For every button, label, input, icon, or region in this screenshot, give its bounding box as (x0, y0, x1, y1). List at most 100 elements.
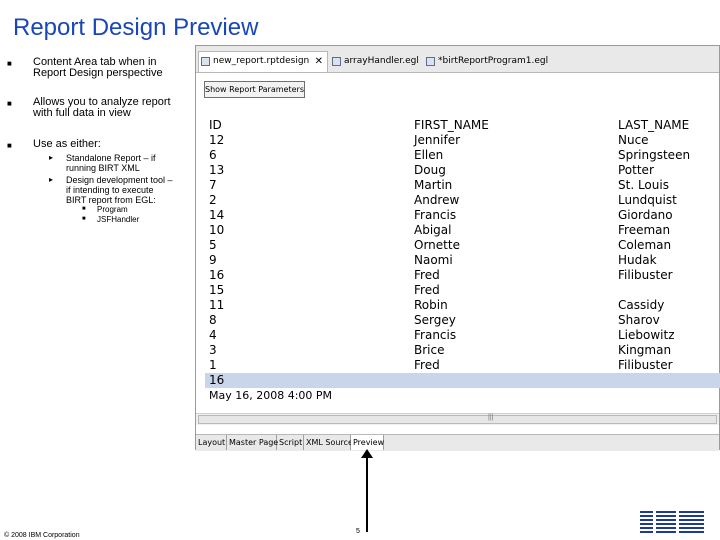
bullet-content-area: ■ Content Area tab when in Report Design… (7, 56, 163, 79)
sub-sub-bullet-jsfhandler: ■ JSFHandler (82, 215, 140, 224)
sub-sub-bullet-program: ■ Program (82, 205, 128, 214)
report-header-row: ID FIRST_NAME LAST_NAME (205, 118, 720, 133)
table-cell: Filibuster (618, 268, 673, 282)
bullet-marker-icon: ■ (7, 141, 12, 150)
scrollbar-thumb[interactable] (198, 415, 717, 424)
table-cell: 16 (209, 268, 225, 282)
copyright-footer: © 2008 IBM Corporation (4, 532, 80, 539)
table-cell: Andrew (414, 193, 460, 207)
table-cell: 13 (209, 163, 225, 177)
table-row[interactable]: 16 (205, 373, 720, 388)
tab-new-report[interactable]: new_report.rptdesign ✕ (198, 51, 328, 72)
table-row[interactable]: 12 Jennifer Nuce (205, 133, 720, 148)
ibm-logo (636, 507, 708, 536)
table-row[interactable]: 9 Naomi Hudak (205, 253, 720, 268)
tab-xml-source[interactable]: XML Source (304, 435, 353, 450)
table-row[interactable]: 2 Andrew Lundquist (205, 193, 720, 208)
table-cell: Potter (618, 163, 654, 177)
table-cell: Lundquist (618, 193, 677, 207)
table-row[interactable]: 6 Ellen Springsteen (205, 148, 720, 163)
table-cell: Liebowitz (618, 328, 675, 342)
egl-file-icon (332, 57, 341, 66)
table-cell: Doug (414, 163, 446, 177)
table-row[interactable]: 13 Doug Potter (205, 163, 720, 178)
table-cell: Brice (414, 343, 445, 357)
editor-bottom-tab-bar: Layout Master Page Script XML Source Pre… (196, 434, 719, 451)
table-cell: 5 (209, 238, 217, 252)
table-cell: 4 (209, 328, 217, 342)
report-editor-screenshot: new_report.rptdesign ✕ arrayHandler.egl … (195, 45, 720, 451)
table-row[interactable]: 7 Martin St. Louis (205, 178, 720, 193)
table-cell: Naomi (414, 253, 453, 267)
tab-array-handler[interactable]: arrayHandler.egl (330, 52, 420, 71)
table-cell: 1 (209, 358, 217, 372)
table-row[interactable]: 16 Fred Filibuster (205, 268, 720, 283)
table-cell: Ellen (414, 148, 444, 162)
table-cell: Springsteen (618, 148, 691, 162)
table-cell: Filibuster (618, 358, 673, 372)
editor-tab-bar: new_report.rptdesign ✕ arrayHandler.egl … (196, 46, 719, 73)
table-cell: Abigal (414, 223, 452, 237)
table-cell: 11 (209, 298, 225, 312)
table-cell: Robin (414, 298, 448, 312)
table-cell: 14 (209, 208, 225, 222)
sub-bullet-arrow-icon: ▸ (49, 153, 54, 162)
table-cell: 10 (209, 223, 225, 237)
table-row[interactable]: 14 Francis Giordano (205, 208, 720, 223)
table-cell: Sharov (618, 313, 660, 327)
table-cell: 12 (209, 133, 225, 147)
bullet-marker-icon: ■ (7, 99, 12, 108)
sub-bullet-design-tool: ▸ Design development tool – if intending… (49, 175, 173, 205)
table-row[interactable]: 3 Brice Kingman (205, 343, 720, 358)
tab-layout[interactable]: Layout (196, 435, 227, 450)
bullet-marker-icon: ■ (7, 59, 12, 68)
sub-bullet-arrow-icon: ▸ (49, 175, 54, 184)
table-row[interactable]: 1 Fred Filibuster (205, 358, 720, 373)
table-cell: 15 (209, 283, 225, 297)
scroll-grip-icon: ||| (488, 414, 494, 421)
bullet-list: ■ Content Area tab when in Report Design… (0, 0, 190, 300)
table-cell: Jennifer (414, 133, 461, 147)
table-cell: Freeman (618, 223, 671, 237)
horizontal-scrollbar[interactable]: ||| (196, 413, 719, 425)
close-icon[interactable]: ✕ (315, 52, 323, 71)
bullet-analyze: ■ Allows you to analyze report with full… (7, 96, 171, 119)
table-cell: 3 (209, 343, 217, 357)
bullet-use-as: ■ Use as either: (7, 138, 101, 151)
table-cell: 7 (209, 178, 217, 192)
tab-preview[interactable]: Preview (351, 435, 384, 450)
report-file-icon (201, 57, 210, 66)
table-cell: 16 (209, 373, 225, 387)
show-report-parameters-button[interactable]: Show Report Parameters (204, 81, 305, 98)
table-cell: Fred (414, 283, 440, 297)
table-cell: 2 (209, 193, 217, 207)
bullet-marker-icon: ■ (82, 216, 86, 222)
page-number: 5 (356, 528, 360, 535)
table-cell: Coleman (618, 238, 672, 252)
table-row[interactable]: 15 Fred (205, 283, 720, 298)
table-cell: Ornette (414, 238, 460, 252)
table-cell: Sergey (414, 313, 456, 327)
table-cell: Francis (414, 208, 457, 222)
table-cell: Nuce (618, 133, 649, 147)
table-cell: Kingman (618, 343, 672, 357)
table-row[interactable]: 4 Francis Liebowitz (205, 328, 720, 343)
column-header: LAST_NAME (618, 118, 690, 132)
table-cell: Martin (414, 178, 453, 192)
table-row[interactable]: 11 Robin Cassidy (205, 298, 720, 313)
tab-birt-report-program[interactable]: *birtReportProgram1.egl (424, 52, 554, 71)
table-cell: Cassidy (618, 298, 665, 312)
table-cell: St. Louis (618, 178, 669, 192)
tab-master-page[interactable]: Master Page (227, 435, 278, 450)
table-row[interactable]: 10 Abigal Freeman (205, 223, 720, 238)
table-row[interactable]: 5 Ornette Coleman (205, 238, 720, 253)
report-timestamp: May 16, 2008 4:00 PM (209, 389, 333, 402)
table-cell: Fred (414, 268, 440, 282)
egl-file-icon (426, 57, 435, 66)
table-cell: 9 (209, 253, 217, 267)
bullet-marker-icon: ■ (82, 206, 86, 212)
tab-script[interactable]: Script (277, 435, 304, 450)
table-row[interactable]: 8 Sergey Sharov (205, 313, 720, 328)
report-preview: ID FIRST_NAME LAST_NAME 12 Jennifer Nuce 6 Elle… (205, 118, 720, 408)
table-cell: Francis (414, 328, 457, 342)
